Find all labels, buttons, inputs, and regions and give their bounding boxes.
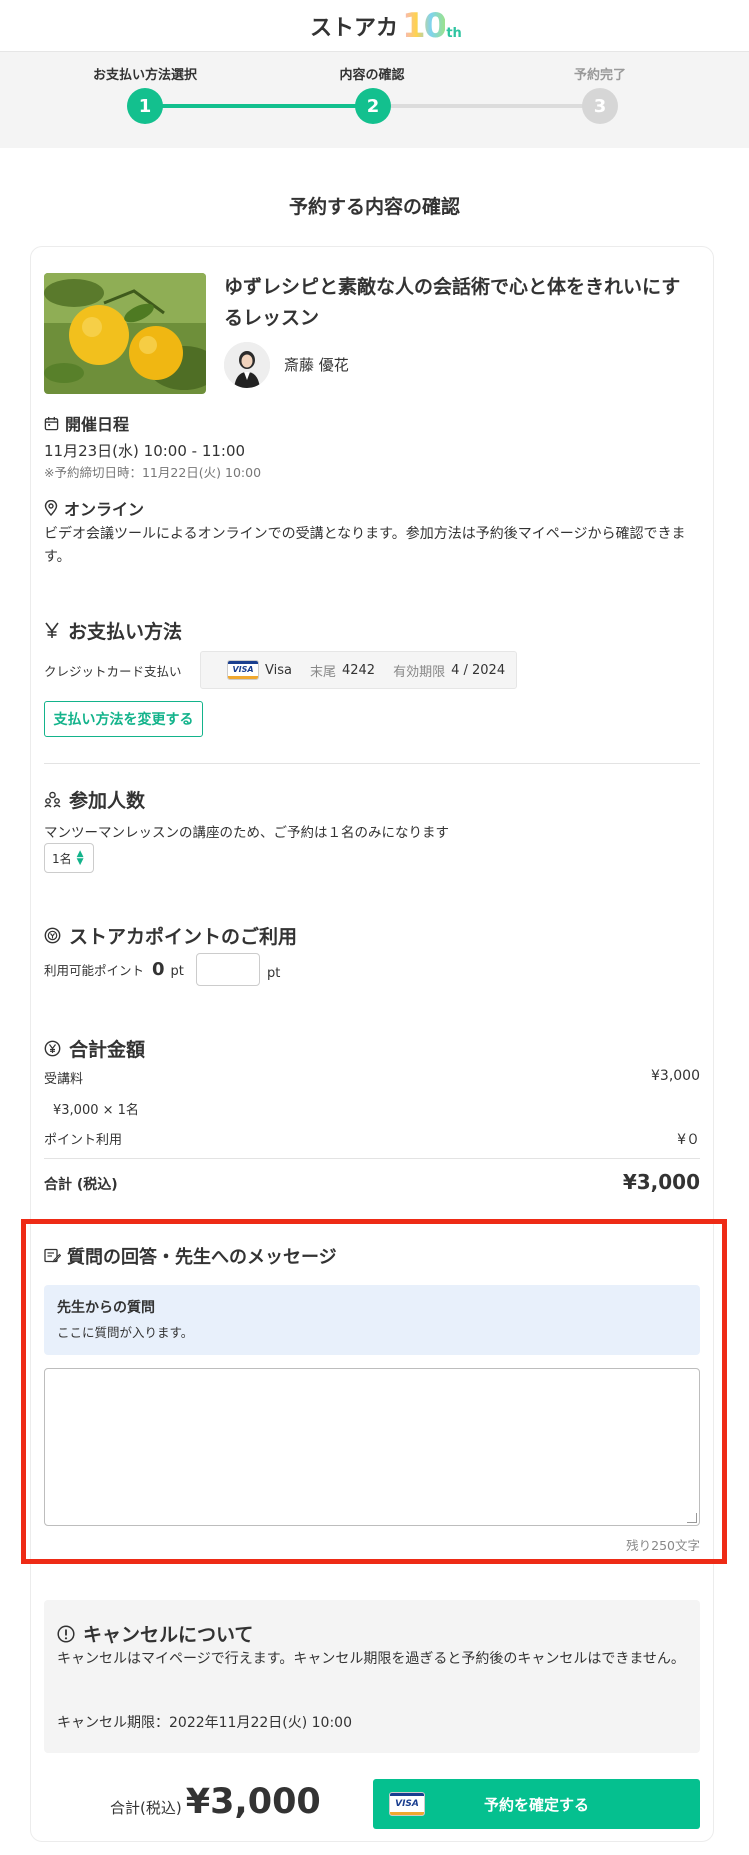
points-available-unit: pt [170, 964, 184, 979]
schedule-heading-label: 開催日程 [65, 415, 130, 434]
point-usage-value: ¥０ [677, 1132, 700, 1148]
location-pin-icon [44, 500, 58, 516]
participants-select[interactable]: 1名 ▲ ▼ [44, 843, 94, 873]
schedule-heading: 開催日程 [44, 411, 129, 435]
cancel-body: キャンセルはマイページで行えます。キャンセル期限を過ぎると予約後のキャンセルはで… [57, 1651, 685, 1667]
step-label-3: 予約完了 [573, 68, 626, 83]
people-icon [44, 791, 61, 808]
teacher-name[interactable]: 斎藤 優花 [284, 354, 349, 375]
divider [44, 1158, 700, 1159]
header: ストアカ 10 th [0, 0, 749, 52]
footer-total: 合計(税込) ¥3,000 [110, 1782, 321, 1822]
teacher-question-box: 先生からの質問 ここに質問が入ります。 [44, 1285, 700, 1355]
point-usage-label: ポイント利用 [44, 1133, 123, 1148]
location-description: ビデオ会議ツールによるオンラインでの受講となります。参加方法は予約後マイページか… [44, 526, 686, 565]
schedule-datetime: 11月23日(水) 10:00 - 11:00 [44, 442, 246, 460]
step-label-2: 内容の確認 [339, 68, 405, 83]
cancel-heading-label: キャンセルについて [83, 1624, 254, 1646]
reservation-deadline: ※予約締切日時：11月22日(火) 10:00 [44, 465, 262, 480]
points-available-value: 0 [152, 959, 165, 980]
lesson-title[interactable]: ゆずレシピと素敵な人の会話術で心と体をきれいにするレッスン [224, 272, 694, 334]
step-circle-3: 3 [582, 88, 618, 124]
logo[interactable]: ストアカ 10 th [310, 6, 462, 46]
points-input-unit: pt [267, 966, 281, 981]
points-available: 利用可能ポイント 0 pt [44, 959, 184, 980]
lesson-thumbnail [44, 273, 206, 394]
divider [44, 763, 700, 764]
progress-stepper: お支払い方法選択 内容の確認 予約完了 1 2 3 [0, 52, 749, 148]
location-heading-label: オンライン [64, 500, 145, 519]
fee-value: ¥3,000 [651, 1068, 700, 1084]
payment-card-summary: VISA Visa 末尾 4242 有効期限 4 / 2024 [200, 651, 517, 689]
card-last4-label: 末尾 [309, 664, 336, 680]
step-label-1: お支払い方法選択 [92, 68, 197, 83]
logo-text: ストアカ [310, 16, 399, 41]
footer-total-value: ¥3,000 [185, 1782, 321, 1822]
confirm-reservation-button[interactable]: VISA 予約を確定する [373, 1779, 700, 1829]
yen-icon [45, 622, 59, 638]
message-heading-label: 質問の回答・先生へのメッセージ [67, 1247, 337, 1268]
participants-heading-label: 参加人数 [69, 790, 146, 812]
fee-label: 受講料 [44, 1072, 84, 1087]
resize-grip-icon[interactable] [687, 1513, 697, 1523]
grand-total-value: ¥3,000 [622, 1170, 700, 1194]
card-brand: Visa [265, 662, 292, 678]
payment-heading-label: お支払い方法 [68, 621, 183, 643]
visa-card-icon: VISA [389, 1792, 425, 1816]
message-heading: 質問の回答・先生へのメッセージ [44, 1243, 337, 1269]
yen-circle-icon [44, 1040, 61, 1057]
cancel-deadline: キャンセル期限：2022年11月22日(火) 10:00 [57, 1715, 352, 1731]
grand-total-label: 合計 (税込) [44, 1177, 118, 1193]
total-heading: 合計金額 [44, 1035, 145, 1062]
teacher-avatar[interactable] [224, 342, 270, 388]
remaining-characters: 残り250文字 [626, 1538, 700, 1553]
logo-th-mark: th [446, 25, 462, 41]
participants-select-value: 1名 [52, 851, 72, 866]
teacher-question-title: 先生からの質問 [57, 1300, 155, 1316]
fee-detail: ¥3,000 × 1名 [53, 1103, 139, 1118]
grand-total-row: 合計 (税込) ¥3,000 [44, 1170, 700, 1194]
visa-card-icon: VISA [227, 660, 259, 680]
coin-icon [44, 927, 61, 944]
participants-note: マンツーマンレッスンの講座のため、ご予約は１名のみになります [44, 825, 449, 841]
stepper-arrows-icon: ▲ ▼ [76, 849, 84, 867]
card-expiry-label: 有効期限 [393, 664, 446, 680]
calendar-icon [44, 416, 59, 430]
card-last4: 4242 [341, 662, 376, 678]
logo-ten-mark: 10 [402, 6, 447, 46]
points-heading-label: ストアカポイントのご利用 [69, 926, 298, 948]
location-heading: オンライン [44, 496, 144, 520]
exclamation-circle-icon [57, 1624, 75, 1643]
teacher-question-body: ここに質問が入ります。 [57, 1325, 194, 1340]
confirm-reservation-label: 予約を確定する [483, 1795, 589, 1814]
footer-total-label: 合計(税込) [110, 1799, 182, 1817]
cancel-heading: キャンセルについて [57, 1620, 253, 1647]
participants-heading: 参加人数 [44, 786, 145, 813]
points-input[interactable] [196, 953, 260, 986]
point-usage-row: ポイント利用 ¥０ [44, 1129, 700, 1149]
payment-method-label: クレジットカード支払い [44, 664, 182, 679]
fee-row: 受講料 ¥3,000 [44, 1068, 700, 1087]
page-title: 予約する内容の確認 [288, 196, 460, 218]
step-circle-1: 1 [127, 88, 163, 124]
step-circle-2: 2 [355, 88, 391, 124]
message-textarea[interactable] [44, 1368, 700, 1526]
card-expiry: 4 / 2024 [451, 662, 506, 678]
step-connector-pending [373, 104, 601, 108]
points-available-label: 利用可能ポイント [44, 963, 145, 978]
message-form-icon [44, 1248, 61, 1263]
step-connector-done [145, 104, 373, 108]
total-heading-label: 合計金額 [69, 1039, 146, 1061]
points-heading: ストアカポイントのご利用 [44, 922, 297, 949]
payment-heading: お支払い方法 [44, 617, 182, 644]
change-payment-button[interactable]: 支払い方法を変更する [44, 701, 203, 737]
